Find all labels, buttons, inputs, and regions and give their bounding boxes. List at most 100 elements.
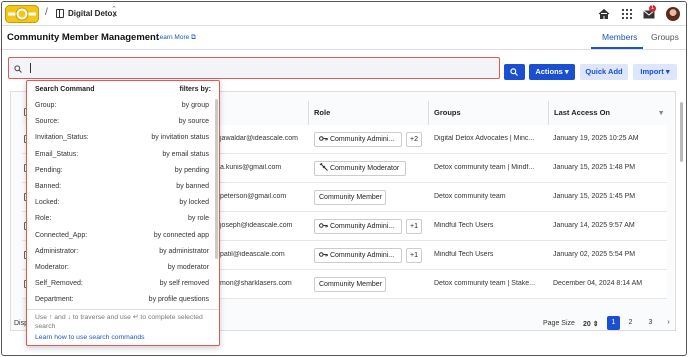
member-groups: Mindful Tech Users — [434, 251, 494, 258]
workspace-icon — [56, 9, 64, 18]
page-3-button[interactable]: 3 — [644, 316, 657, 330]
command-description: by pending — [174, 166, 209, 174]
search-commands-help-link[interactable]: Learn how to use search commands — [35, 334, 145, 341]
search-icon — [510, 68, 518, 76]
top-bar: / Digital Detox ⌃ ⌄ 1 — [2, 2, 686, 26]
role-label: Community Member — [319, 194, 383, 201]
column-header-groups[interactable]: Groups — [428, 101, 548, 125]
role-label: Community Admini... — [329, 223, 395, 230]
last-access-date: January 02, 2025 5:54 PM — [553, 251, 636, 258]
key-icon — [319, 223, 330, 230]
tab-members[interactable]: Members — [602, 32, 637, 42]
chevron-updown-icon[interactable]: ⌃ ⌄ — [111, 6, 117, 19]
page-title: Community Member Management — [7, 32, 160, 43]
role-chip: Community Admini... — [314, 132, 402, 147]
page-2-button[interactable]: 2 — [624, 316, 637, 330]
role-label: Community Admini... — [329, 252, 395, 259]
command-key: Source: — [35, 118, 60, 126]
dropdown-header-left: Search Command — [35, 86, 95, 93]
import-button[interactable]: Import ▾ — [633, 64, 677, 80]
key-icon — [319, 136, 330, 143]
member-groups: Digital Detox Advocates | Minc... — [434, 135, 535, 142]
learn-more-link[interactable]: Learn More ⧉ — [156, 34, 196, 42]
workspace-name[interactable]: Digital Detox — [68, 9, 117, 18]
command-key: Department: — [35, 296, 74, 304]
member-groups: Detox community team | Stake... — [434, 280, 536, 287]
command-key: Moderator: — [35, 264, 69, 271]
table-scrollbar[interactable] — [680, 102, 683, 162]
next-page-icon[interactable]: › — [662, 316, 675, 330]
search-box[interactable] — [8, 57, 500, 79]
apps-grid-icon[interactable] — [621, 8, 633, 20]
page-size-select[interactable]: 20 ⇕ — [583, 320, 599, 328]
search-command-item[interactable]: Banned: by banned — [27, 180, 213, 196]
search-command-item[interactable]: Invitation_Status: by invitation status — [27, 131, 213, 147]
command-description: by banned — [176, 183, 209, 190]
sort-icon[interactable]: ▾ — [659, 101, 663, 125]
role-chip: Community Admini... — [314, 248, 402, 263]
role-label: Community Moderator — [329, 165, 400, 172]
search-command-item[interactable]: Moderator: by moderator — [27, 261, 213, 277]
dropdown-scrollbar[interactable] — [215, 99, 218, 259]
command-description: by role — [187, 215, 209, 223]
last-access-date: January 15, 2025 1:48 PM — [553, 164, 636, 171]
search-command-item[interactable]: Self_Removed: by self removed — [27, 277, 213, 293]
command-key: Group: — [35, 102, 57, 109]
tab-groups[interactable]: Groups — [651, 32, 679, 42]
command-description: by source — [178, 118, 209, 126]
search-command-item[interactable]: Department: by profile questions — [27, 293, 213, 309]
search-command-item[interactable]: Locked: by locked — [27, 196, 213, 212]
divider — [2, 49, 686, 50]
command-key: Self_Removed: — [35, 280, 83, 288]
search-button[interactable] — [504, 64, 525, 80]
quick-add-button[interactable]: Quick Add — [580, 64, 628, 80]
search-icon — [14, 65, 22, 73]
member-email: patil@ideascale.com — [220, 251, 285, 258]
key-icon — [319, 252, 330, 259]
command-description: by moderator — [167, 264, 209, 271]
command-key: Email_Status: — [35, 150, 79, 158]
role-chip: Community Member — [314, 190, 386, 205]
more-roles-chip[interactable]: +1 — [406, 219, 422, 234]
actions-button[interactable]: Actions ▾ — [529, 64, 575, 80]
ideascale-logo[interactable] — [5, 5, 39, 23]
search-command-item[interactable]: Pending: by pending — [27, 164, 213, 180]
search-command-item[interactable]: Email_Status: by email status — [27, 148, 213, 164]
column-header-role[interactable]: Role — [308, 101, 428, 125]
command-key: Role: — [35, 215, 52, 223]
command-description: by self removed — [159, 280, 209, 288]
notification-badge: 1 — [649, 5, 656, 12]
caret-down-icon: ▾ — [665, 67, 670, 76]
command-description: by email status — [162, 150, 209, 158]
app-window: / Digital Detox ⌃ ⌄ 1 Community Member Ma… — [1, 1, 687, 356]
user-avatar[interactable] — [666, 7, 680, 21]
more-roles-chip[interactable]: +1 — [406, 248, 422, 263]
column-header-last-access[interactable]: Last Access On ▾ — [548, 101, 667, 125]
search-command-item[interactable]: Connected_App: by connected app — [27, 229, 213, 245]
member-groups: Mindful Tech Users — [434, 222, 494, 229]
page-size-label: Page Size — [543, 320, 575, 327]
search-command-item[interactable]: Source: by source — [27, 115, 213, 131]
last-access-date: January 14, 2025 9:57 AM — [553, 222, 635, 229]
search-command-item[interactable]: Administrator: by administrator — [27, 245, 213, 261]
page-1-button[interactable]: 1 — [607, 316, 620, 330]
role-chip: Community Member — [314, 277, 386, 292]
command-key: Administrator: — [35, 247, 79, 255]
search-input[interactable] — [23, 61, 493, 75]
keyboard-hint: Use ↑ and ↓ to traverse and use ↵ to com… — [35, 314, 203, 330]
more-roles-chip[interactable]: +2 — [406, 132, 422, 147]
dropdown-header-right: filters by: — [179, 86, 211, 93]
home-icon[interactable] — [598, 8, 610, 20]
caret-down-icon: ▾ — [564, 67, 569, 76]
member-email: joseph@ideascale.com — [220, 222, 293, 229]
role-label: Community Admini... — [329, 136, 395, 143]
role-chip: Community Admini... — [314, 219, 402, 234]
command-key: Connected_App: — [35, 231, 88, 239]
command-key: Invitation_Status: — [35, 134, 89, 142]
command-description: by connected app — [153, 231, 209, 239]
command-description: by group — [181, 102, 209, 109]
search-command-item[interactable]: Group: by group — [27, 99, 213, 115]
member-email: jawaldar@ideascale.com — [220, 135, 298, 142]
command-description: by administrator — [159, 247, 209, 255]
search-command-item[interactable]: Role: by role — [27, 212, 213, 228]
